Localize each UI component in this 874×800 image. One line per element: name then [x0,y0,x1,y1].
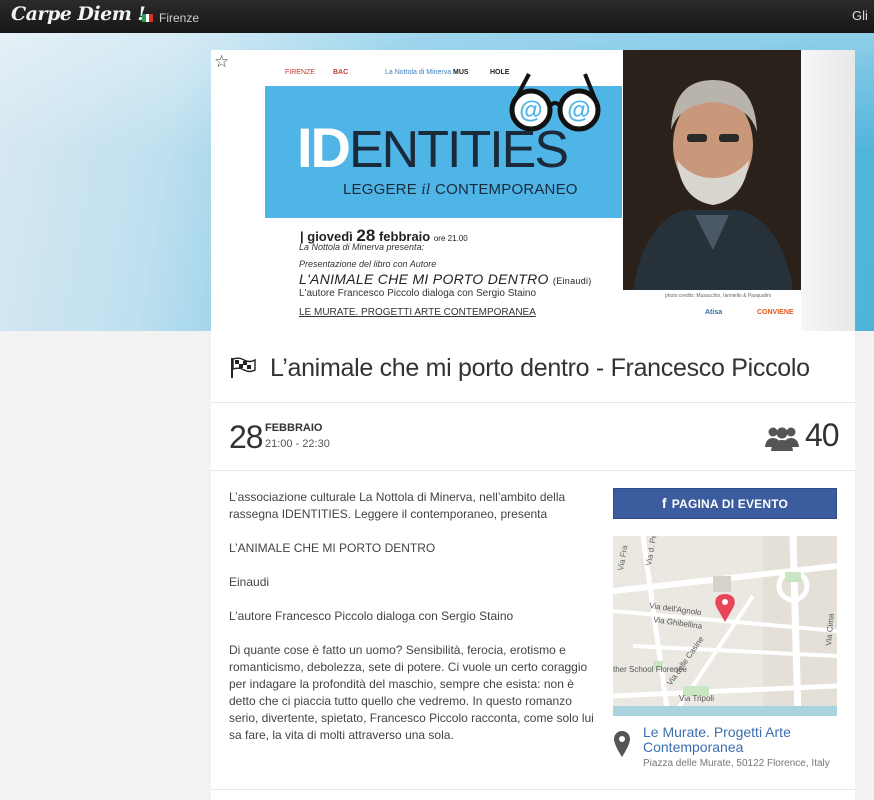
sponsor-logo: BAC [333,69,349,76]
attendee-count: 40 [805,417,840,453]
venue-name-link[interactable]: Le Murate. Progetti Arte Contemporanea [643,725,833,755]
venue-address: Piazza delle Murate, 50122 Florence, Ita… [643,758,830,769]
poster-title: IDENTITIES [297,116,569,179]
facebook-event-label: PAGINA DI EVENTO [671,497,789,511]
top-right-link[interactable]: Gli [852,8,874,23]
description-paragraph: Di quante cose è fatto un uomo? Sensibil… [229,643,594,742]
map-label: ther School Florence [613,665,687,674]
facebook-event-button[interactable]: f PAGINA DI EVENTO [613,488,837,519]
italy-flag-icon [142,14,154,22]
poster-venue: LE MURATE. PROGETTI ARTE CONTEMPORANEA [299,307,536,318]
description-paragraph: L’ANIMALE CHE MI PORTO DENTRO [229,541,436,555]
description-paragraph: L’associazione culturale La Nottola di M… [229,490,566,521]
event-month: FEBBRAIO [265,422,323,434]
svg-text:@: @ [567,97,590,124]
poster-subtitle: LEGGERE il CONTEMPORANEO [343,181,578,198]
event-title: L’animale che mi porto dentro - Francesc… [270,354,810,382]
city-selector[interactable]: Firenze [159,11,199,25]
poster-author-line: L'autore Francesco Piccolo dialoga con S… [299,288,537,299]
checkered-flag-icon [231,357,256,378]
event-day: 28 [229,419,264,455]
photo-credit: photo credits: Musacchio, Ianniello & Pa… [665,293,771,299]
top-bar: Carpe Diem ! Firenze Gli [0,0,874,33]
facebook-icon: f [661,495,667,511]
divider [211,789,855,790]
author-photo [623,50,801,290]
event-title-row: L’animale che mi porto dentro - Francesc… [211,331,855,403]
star-icon[interactable]: ☆ [214,52,229,72]
venue-map[interactable]: Via Fra Via d. Pergola Via dell'Agnolo V… [613,536,837,716]
location-pin-icon [614,731,630,757]
event-date-row: 28 FEBBRAIO 21:00 - 22:30 40 [211,403,855,471]
sponsor-logo: MUS [453,69,469,76]
event-card: L’animale che mi porto dentro - Francesc… [211,331,855,800]
description-paragraph: Einaudi [229,575,270,589]
poster-right-panel [801,50,855,331]
sponsor-logos: FIRENZE BAC La Nottola di Minerva MUS HO… [285,66,515,80]
poster-presenter: La Nottola di Minerva presenta: [299,242,425,252]
event-time: 21:00 - 22:30 [265,438,330,450]
event-description: L’associazione culturale La Nottola di M… [229,489,601,761]
description-paragraph: L’autore Francesco Piccolo dialoga con S… [229,609,514,623]
sponsor-logo: FIRENZE [285,69,315,76]
sponsor-logo: La Nottola di Minerva [385,69,452,76]
poster-book-title: L'ANIMALE CHE MI PORTO DENTRO (Einaudi) [299,271,592,287]
partner-logo: CONVIENE [757,309,794,316]
partner-logo: Atisa [705,309,723,316]
map-label: Via Tripoli [679,694,714,703]
site-logo[interactable]: Carpe Diem ! [11,3,146,25]
attendees-icon [765,427,799,451]
poster-presentation: Presentazione del libro con Autore [299,259,437,269]
